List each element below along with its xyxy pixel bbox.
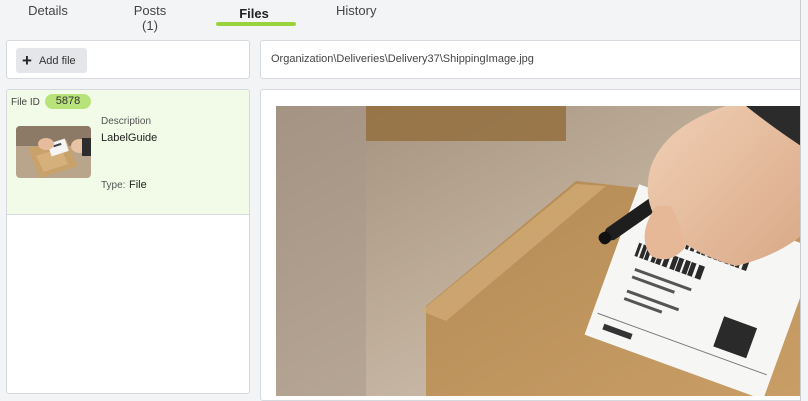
- preview-image: [276, 106, 801, 396]
- tab-files[interactable]: Files: [236, 6, 272, 21]
- file-card[interactable]: File ID 5878 Description LabelGuide Type…: [7, 90, 249, 215]
- file-id-label: File ID: [11, 97, 40, 108]
- type-value: File: [129, 179, 147, 191]
- file-list: File ID 5878 Description LabelGuide Type…: [6, 89, 250, 394]
- window-edge: [800, 0, 808, 401]
- file-id-badge: 5878: [45, 94, 91, 109]
- description-value: LabelGuide: [101, 132, 158, 144]
- plus-icon: +: [22, 51, 32, 70]
- tab-history[interactable]: History: [336, 3, 376, 18]
- tab-bar: Details Posts (1) Files History: [0, 0, 808, 33]
- tab-posts[interactable]: Posts (1): [125, 3, 175, 33]
- file-thumbnail: [16, 126, 91, 178]
- file-path: Organization\Deliveries\Delivery37\Shipp…: [260, 40, 808, 79]
- add-file-label: Add file: [38, 54, 76, 67]
- file-toolbar: + Add file: [6, 40, 250, 79]
- description-label: Description: [101, 116, 152, 127]
- type-label: Type:: [101, 180, 126, 191]
- add-file-button[interactable]: + Add file: [16, 48, 87, 73]
- file-preview: [260, 89, 808, 401]
- active-tab-indicator: [216, 22, 296, 26]
- tab-details[interactable]: Details: [28, 3, 68, 18]
